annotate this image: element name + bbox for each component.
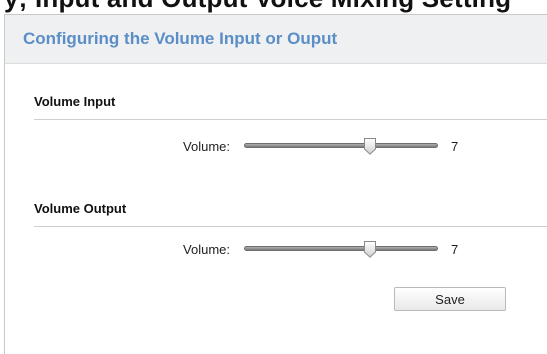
volume-output-divider (34, 226, 547, 227)
save-button[interactable]: Save (394, 287, 506, 311)
volume-input-label: Volume: (183, 139, 230, 154)
page-heading-text: y; Input and Output Voice Mixing Setting (4, 0, 511, 11)
volume-input-slider[interactable] (244, 138, 438, 155)
volume-input-heading: Volume Input (34, 94, 116, 109)
slider-thumb[interactable] (363, 138, 377, 155)
volume-input-divider (34, 119, 547, 120)
volume-output-label: Volume: (183, 242, 230, 257)
volume-output-heading: Volume Output (34, 201, 127, 216)
volume-output-slider[interactable] (244, 241, 438, 258)
panel-header: Configuring the Volume Input or Ouput (5, 15, 547, 64)
slider-track (244, 143, 438, 148)
slider-track (244, 246, 438, 251)
volume-input-value: 7 (451, 139, 459, 154)
panel-title: Configuring the Volume Input or Ouput (23, 29, 338, 48)
volume-output-value: 7 (451, 242, 459, 257)
slider-thumb[interactable] (363, 241, 377, 258)
